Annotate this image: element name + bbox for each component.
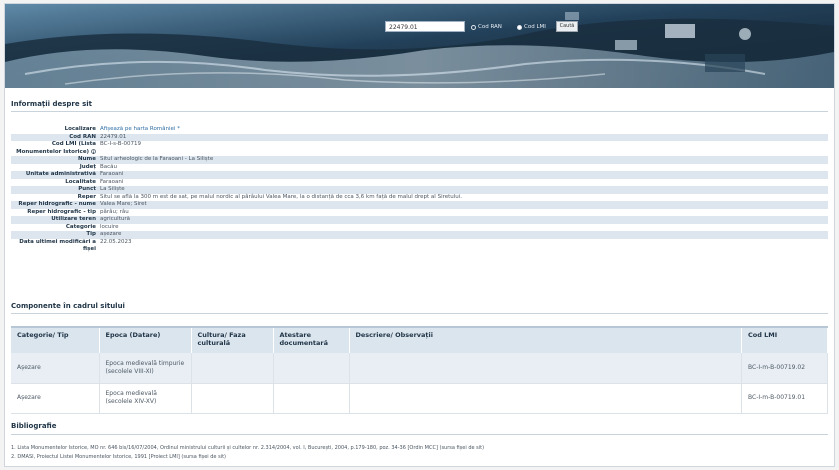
- header-banner: 22479.01 Cod RAN Cod LMI Caută: [5, 4, 834, 88]
- info-row: Nume Situl arheologic de la Faraoani - L…: [11, 156, 828, 164]
- info-label: Tip: [86, 231, 96, 237]
- search-input[interactable]: 22479.01: [385, 21, 465, 32]
- info-value: pârâu; râu: [100, 208, 129, 215]
- info-label: Localitate: [65, 178, 96, 185]
- info-value: 22479.01: [100, 133, 127, 140]
- bibliography-list: 1. Lista Monumentelor Istorice, MO nr. 6…: [11, 444, 828, 461]
- bibliography-item: 2. DMASI, Proiectul Listei Monumentelor …: [11, 453, 226, 460]
- info-value: 22.05.2023: [100, 238, 132, 245]
- info-value: Faraoani: [100, 178, 124, 185]
- info-row: Tip așezare: [11, 231, 828, 239]
- radio-cod-lmi[interactable]: Cod LMI: [517, 23, 546, 31]
- info-label: Cod RAN: [69, 133, 96, 140]
- table-cell: Epoca medievală timpurie (secolele VIII-…: [99, 353, 192, 384]
- radio-cod-ran[interactable]: Cod RAN: [471, 23, 502, 31]
- info-row: Localizare Afișează pe harta României *: [11, 126, 828, 134]
- info-value: locuire: [100, 223, 119, 230]
- info-value: BC-I-s-B-00719: [100, 141, 142, 147]
- info-value: Faraoani: [100, 171, 124, 177]
- info-label: Utilizare teren: [51, 216, 96, 222]
- info-value: așezare: [100, 231, 122, 237]
- radio-ran-label: Cod RAN: [478, 24, 502, 30]
- info-row: Cod RAN 22479.01: [11, 133, 828, 141]
- info-row: Cod LMI (Lista Monumentelor Istorice) i …: [11, 141, 828, 156]
- search-button[interactable]: Caută: [556, 21, 578, 32]
- bibliography-item: 1. Lista Monumentelor Istorice, MO nr. 6…: [11, 445, 485, 451]
- bibliography-section-title: Bibliografie: [11, 422, 57, 430]
- info-label: Data ultimei modificări a fișei: [19, 238, 96, 253]
- column-header: Cultura/ Faza culturală: [191, 326, 274, 353]
- info-row: Reper Situl se află la 300 m est de sat,…: [11, 194, 828, 202]
- info-label: Reper hidrografic - tip: [27, 208, 96, 215]
- info-section-title: Informații despre sit: [11, 100, 92, 108]
- info-row: Reper hidrografic - nume Valea Mare; Sir…: [11, 201, 828, 209]
- column-header: Descriere/ Observații: [349, 326, 742, 353]
- radio-lmi-label: Cod LMI: [524, 24, 546, 30]
- table-cell: [273, 353, 350, 384]
- radio-lmi-icon[interactable]: [517, 24, 522, 30]
- info-value: agricultură: [100, 216, 130, 222]
- table-cell: BC-I-m-B-00719.02: [741, 353, 828, 384]
- table-header-row: Categorie/ Tip Epoca (Datare) Cultura/ F…: [11, 326, 828, 353]
- info-label: Categorie: [65, 223, 96, 230]
- info-value: Valea Mare; Siret: [100, 201, 147, 207]
- info-label: Punct: [78, 186, 96, 192]
- radio-ran-icon[interactable]: [471, 24, 476, 30]
- info-row: Utilizare teren agricultură: [11, 216, 828, 224]
- column-header: Cod LMI: [741, 326, 828, 353]
- info-label-text: Cod LMI (Lista Monumentelor Istorice): [16, 141, 96, 155]
- table-cell: Așezare: [11, 353, 100, 384]
- map-link[interactable]: Afișează pe harta României *: [100, 126, 828, 134]
- table-cell: Epoca medievală (secolele XIV-XV): [99, 383, 192, 414]
- info-icon[interactable]: i: [91, 148, 96, 155]
- divider: [11, 111, 828, 112]
- banner-aerial-image: [5, 4, 834, 88]
- info-row: Localitate Faraoani: [11, 179, 828, 187]
- info-label: Nume: [78, 156, 96, 162]
- components-section-title: Componente în cadrul sitului: [11, 302, 125, 310]
- info-list: Localizare Afișează pe harta României * …: [11, 126, 828, 254]
- components-table: Categorie/ Tip Epoca (Datare) Cultura/ F…: [11, 326, 828, 414]
- table-row: Așezare Epoca medievală (secolele XIV-XV…: [11, 383, 828, 414]
- info-value: Bacău: [100, 163, 118, 170]
- info-value: La Siliște: [100, 186, 125, 192]
- table-row: Așezare Epoca medievală timpurie (secole…: [11, 353, 828, 384]
- table-cell: [191, 353, 274, 384]
- info-label: Reper: [77, 193, 96, 200]
- info-label: Județ: [79, 163, 96, 170]
- column-header: Epoca (Datare): [99, 326, 192, 353]
- info-label: Reper hidrografic - nume: [18, 201, 96, 207]
- info-label: Localizare: [64, 126, 96, 132]
- info-value: Situl arheologic de la Faraoani - La Sil…: [100, 156, 214, 162]
- table-cell: [191, 383, 274, 414]
- divider: [11, 313, 828, 314]
- divider: [11, 434, 828, 435]
- table-cell: [273, 383, 350, 414]
- table-cell: [349, 353, 742, 384]
- info-row: Reper hidrografic - tip pârâu; râu: [11, 209, 828, 217]
- page-frame: 22479.01 Cod RAN Cod LMI Caută Informați…: [4, 3, 835, 467]
- info-value: Situl se află la 300 m est de sat, pe ma…: [100, 193, 463, 200]
- table-cell: [349, 383, 742, 414]
- column-header: Categorie/ Tip: [11, 326, 100, 353]
- info-label: Unitate administrativă: [25, 171, 96, 177]
- info-row: Categorie locuire: [11, 224, 828, 232]
- info-row: Unitate administrativă Faraoani: [11, 171, 828, 179]
- info-row: Județ Bacău: [11, 164, 828, 172]
- info-row: Punct La Siliște: [11, 186, 828, 194]
- info-label: Cod LMI (Lista Monumentelor Istorice) i: [11, 141, 100, 156]
- column-header: Atestare documentară: [273, 326, 350, 353]
- info-row: Data ultimei modificări a fișei 22.05.20…: [11, 239, 828, 254]
- table-cell: Așezare: [11, 383, 100, 414]
- table-cell: BC-I-m-B-00719.01: [741, 383, 828, 414]
